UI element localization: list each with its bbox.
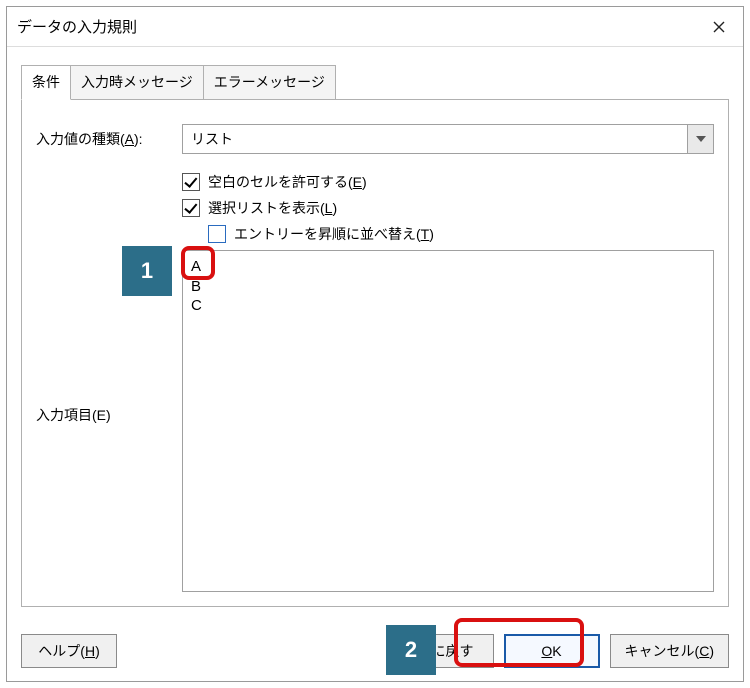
allow-combo[interactable]: リスト	[182, 124, 714, 154]
help-button[interactable]: ヘルプ(H)	[21, 634, 117, 668]
show-list-label: 選択リストを表示(L)	[208, 198, 337, 218]
allow-blank-row: 空白のセルを許可する(E)	[182, 172, 728, 192]
reset-button[interactable]: 元に戻す	[398, 634, 494, 668]
show-list-checkbox[interactable]	[182, 199, 200, 217]
allow-combo-value: リスト	[183, 125, 687, 153]
sort-asc-checkbox[interactable]	[208, 225, 226, 243]
dialog-title: データの入力規則	[17, 16, 695, 37]
tab-panel-conditions: 入力値の種類(A): リスト 空白のセルを許可する(E) 選択リストを表示(L)	[21, 99, 729, 607]
tab-conditions[interactable]: 条件	[21, 65, 71, 100]
allow-blank-label: 空白のセルを許可する(E)	[208, 172, 367, 192]
tab-input-help[interactable]: 入力時メッセージ	[70, 65, 204, 99]
ok-button[interactable]: OK	[504, 634, 600, 668]
sort-asc-label: エントリーを昇順に並べ替え(T)	[234, 224, 434, 244]
allow-blank-checkbox[interactable]	[182, 173, 200, 191]
chevron-down-icon[interactable]	[687, 125, 713, 153]
tab-error-message[interactable]: エラーメッセージ	[203, 65, 336, 99]
data-validation-dialog: データの入力規則 条件 入力時メッセージ エラーメッセージ 入力値の種類(A):…	[6, 6, 744, 682]
allow-label: 入力値の種類(A):	[36, 129, 182, 149]
close-icon[interactable]	[695, 7, 743, 47]
button-row: ヘルプ(H) 元に戻す OK キャンセル(C)	[7, 621, 743, 681]
entries-label: 入力項目(E)	[36, 405, 182, 425]
titlebar: データの入力規則	[7, 7, 743, 47]
tab-strip: 条件 入力時メッセージ エラーメッセージ	[21, 65, 743, 99]
entries-textarea[interactable]	[182, 250, 714, 592]
sort-asc-row: エントリーを昇順に並べ替え(T)	[208, 224, 728, 244]
allow-row: 入力値の種類(A): リスト	[22, 100, 728, 158]
show-list-row: 選択リストを表示(L)	[182, 198, 728, 218]
cancel-button[interactable]: キャンセル(C)	[610, 634, 729, 668]
